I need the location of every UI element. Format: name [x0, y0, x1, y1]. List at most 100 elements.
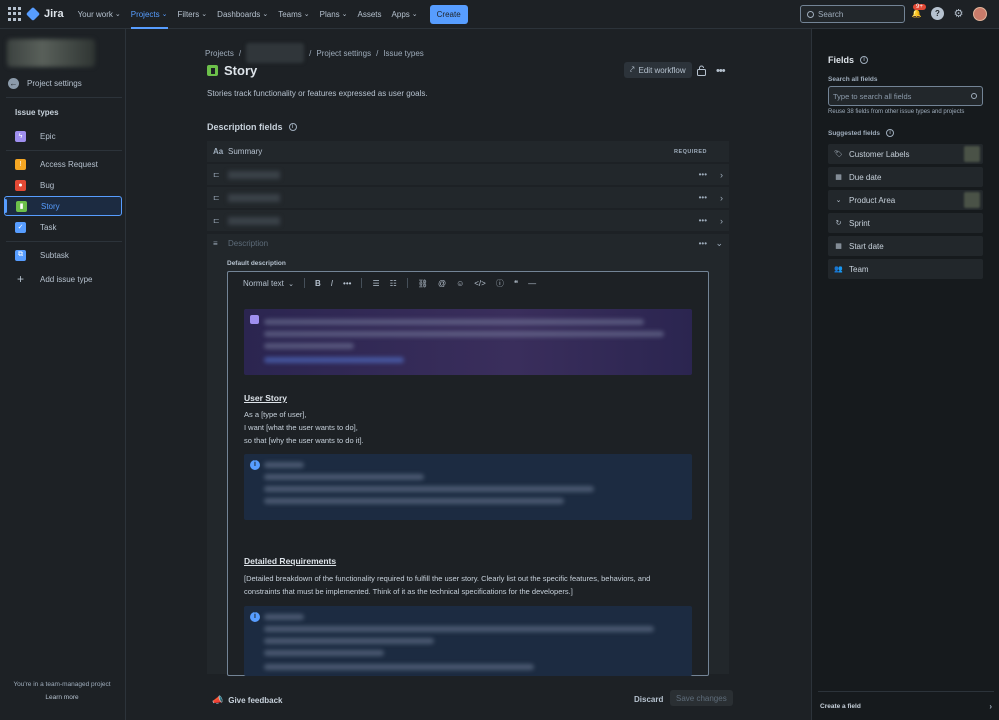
sidebar-item-bug[interactable]: ● Bug	[4, 175, 122, 195]
field-label-blurred	[228, 170, 280, 179]
field-search-placeholder: Type to search all fields	[833, 91, 912, 101]
italic-icon[interactable]: I	[331, 279, 333, 288]
info-icon[interactable]: i	[288, 123, 297, 131]
mention-icon[interactable]: @	[438, 279, 446, 288]
suggested-field-sprint[interactable]: ↻ Sprint	[828, 213, 983, 233]
nav-apps[interactable]: Apps ⌄	[392, 0, 418, 29]
description-field-header[interactable]: ≡ Description	[213, 239, 268, 248]
discard-button[interactable]: Discard	[634, 695, 663, 704]
breadcrumb-project-settings[interactable]: Project settings	[316, 49, 371, 58]
workflow-icon: ⤤	[630, 65, 635, 74]
quote-icon[interactable]: ❝	[514, 279, 518, 288]
info-panel-blurred: i	[244, 606, 692, 676]
suggested-field-start-date[interactable]: ▦ Start date	[828, 236, 983, 256]
edit-workflow-label: Edit workflow	[638, 65, 686, 75]
global-search-input[interactable]: Search	[800, 5, 905, 23]
divider-insert-icon[interactable]: —	[528, 279, 536, 288]
bullet-list-icon[interactable]: ☰	[372, 279, 379, 288]
nav-label: Assets	[357, 9, 382, 19]
info-icon[interactable]: i	[860, 56, 869, 64]
chevron-down-icon: ⌄	[262, 11, 269, 18]
doc-heading-detailed-requirements: Detailed Requirements	[244, 556, 337, 566]
suggested-field-customer-labels[interactable]: 🏷 Customer Labels	[828, 144, 983, 164]
nav-your-work[interactable]: Your work ⌄	[78, 0, 121, 29]
breadcrumb-issue-types[interactable]: Issue types	[383, 49, 423, 58]
save-changes-button[interactable]: Save changes	[670, 690, 733, 706]
help-icon[interactable]: ?	[931, 7, 944, 20]
create-field-label: Create a field	[820, 703, 861, 710]
sidebar-item-subtask[interactable]: ⧉ Subtask	[4, 245, 122, 265]
more-formatting-icon[interactable]: •••	[343, 279, 351, 288]
more-options-icon[interactable]: •••	[716, 65, 726, 77]
unlock-icon[interactable]	[697, 65, 706, 76]
text-style-label: Normal text	[243, 278, 284, 288]
more-options-icon[interactable]: •••	[699, 239, 707, 248]
chevron-right-icon[interactable]: ›	[720, 170, 723, 180]
code-icon[interactable]: </>	[474, 279, 486, 288]
description-field-expanded: ≡ Description ••• ⌄ Default description …	[207, 234, 729, 676]
nav-plans[interactable]: Plans ⌄	[320, 0, 348, 29]
user-avatar[interactable]	[973, 7, 987, 21]
field-row[interactable]: ⊏ ••• ›	[207, 187, 729, 208]
learn-more-link[interactable]: Learn more	[0, 694, 124, 701]
sidebar-item-label: Story	[41, 201, 60, 211]
blurred-text	[264, 498, 564, 504]
project-header-blurred[interactable]	[7, 39, 95, 67]
text-style-dropdown[interactable]: Normal text ⌄	[243, 279, 294, 288]
suggested-field-team[interactable]: 👥 Team	[828, 259, 983, 279]
page-header: Story	[207, 63, 257, 78]
app-switcher-icon[interactable]	[8, 7, 22, 21]
nav-label: Teams	[278, 9, 302, 19]
chevron-right-icon[interactable]: ›	[720, 193, 723, 203]
bold-icon[interactable]: B	[315, 279, 321, 288]
edit-workflow-button[interactable]: ⤤ Edit workflow	[624, 62, 692, 78]
info-panel-icon[interactable]: ⓘ	[496, 278, 504, 289]
sidebar-item-task[interactable]: ✓ Task	[4, 217, 122, 237]
doc-line: As a [type of user],	[244, 410, 307, 419]
arrow-left-icon: ←	[8, 78, 19, 89]
back-to-project-settings[interactable]: ← Project settings	[8, 78, 82, 89]
rich-text-editor[interactable]: Normal text ⌄ B I ••• ☰ ☷ ⛓ @ ☺ </> ⓘ ❝ …	[227, 271, 709, 676]
divider	[406, 278, 408, 288]
numbered-list-icon[interactable]: ☷	[390, 279, 397, 288]
field-row[interactable]: ⊏ ••• ›	[207, 210, 729, 231]
issue-types-heading: Issue types	[15, 108, 59, 117]
nav-filters[interactable]: Filters ⌄	[178, 0, 208, 29]
add-issue-type-button[interactable]: + Add issue type	[4, 269, 122, 289]
give-feedback-button[interactable]: 📣 Give feedback	[212, 695, 282, 706]
sidebar-item-story[interactable]: ▮ Story	[4, 196, 122, 216]
nav-dashboards[interactable]: Dashboards ⌄	[217, 0, 268, 29]
fields-panel-title: Fields i	[828, 55, 869, 65]
sidebar-item-epic[interactable]: ϟ Epic	[4, 126, 122, 146]
divider	[304, 278, 306, 288]
breadcrumb-project-blurred[interactable]	[246, 43, 305, 63]
exclamation-icon: !	[15, 158, 26, 170]
create-button[interactable]: Create	[429, 4, 468, 24]
more-options-icon[interactable]: •••	[699, 193, 707, 202]
create-field-button[interactable]: Create a field ›	[820, 702, 992, 711]
search-icon	[971, 93, 977, 99]
info-icon[interactable]: i	[886, 129, 895, 137]
story-icon	[207, 65, 218, 76]
sidebar-item-access-request[interactable]: ! Access Request	[4, 154, 122, 174]
more-options-icon[interactable]: •••	[699, 216, 707, 225]
suggested-field-product-area[interactable]: ⌄ Product Area	[828, 190, 983, 210]
link-icon[interactable]: ⛓	[418, 279, 428, 288]
more-options-icon[interactable]: •••	[699, 170, 707, 179]
emoji-icon[interactable]: ☺	[456, 279, 464, 288]
reuse-fields-hint: Reuse 38 fields from other issue types a…	[828, 109, 965, 115]
jira-logo[interactable]: Jira	[25, 6, 64, 22]
nav-projects[interactable]: Projects ⌄	[130, 0, 168, 29]
nav-assets[interactable]: Assets	[358, 0, 382, 29]
chevron-down-icon[interactable]: ⌄	[715, 238, 723, 249]
suggested-field-due-date[interactable]: ▦ Due date	[828, 167, 983, 187]
field-row-summary[interactable]: Aa Summary REQUIRED	[207, 141, 729, 162]
nav-teams[interactable]: Teams ⌄	[278, 0, 309, 29]
breadcrumb-projects[interactable]: Projects	[205, 49, 234, 58]
breadcrumb: Projects / / Project settings / Issue ty…	[205, 43, 424, 63]
chevron-right-icon[interactable]: ›	[720, 216, 723, 226]
blurred-text	[264, 357, 404, 363]
field-row[interactable]: ⊏ ••• ›	[207, 164, 729, 185]
settings-gear-icon[interactable]: ⚙	[952, 7, 965, 20]
field-search-input[interactable]: Type to search all fields	[828, 86, 983, 106]
